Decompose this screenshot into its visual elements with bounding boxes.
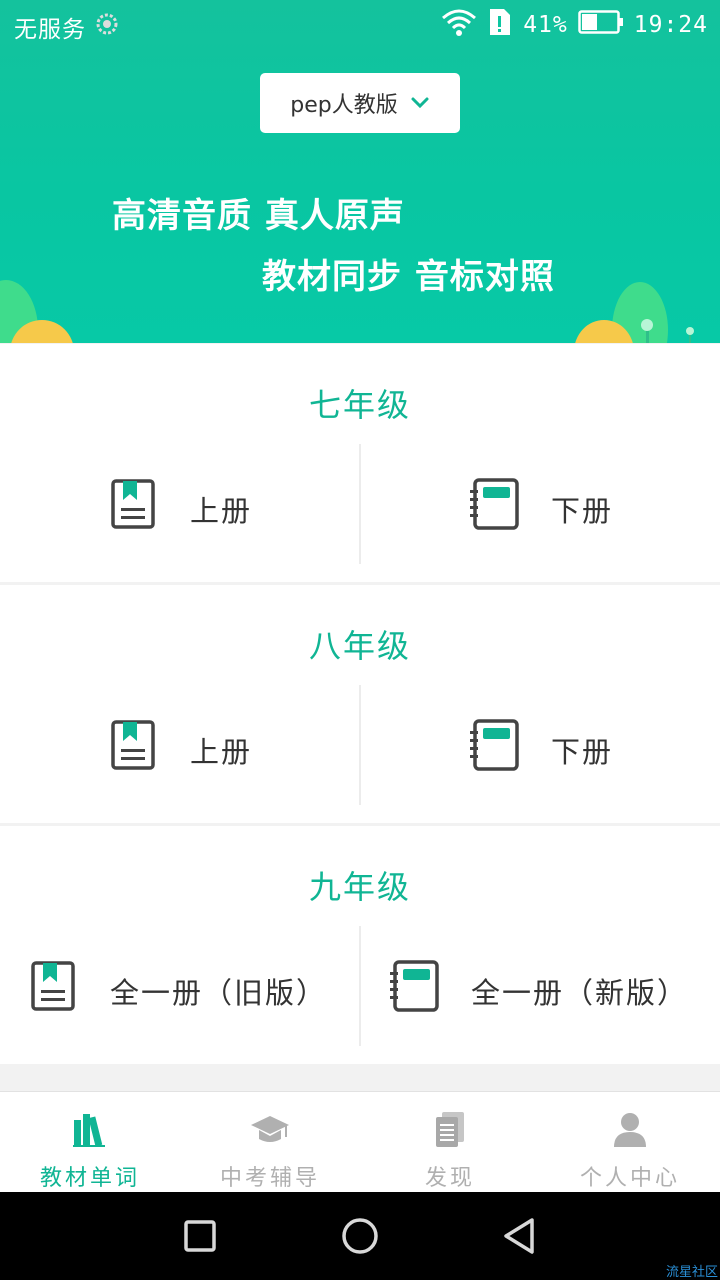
book-button-volume-1[interactable]: 上册 xyxy=(0,444,359,564)
grade-title: 七年级 xyxy=(308,386,411,424)
chevron-down-icon xyxy=(410,91,430,116)
tab-label: 个人中心 xyxy=(579,1166,680,1191)
notebook-icon xyxy=(389,960,439,1012)
carrier-text: 无服务 xyxy=(14,17,86,43)
tab-profile[interactable]: 个人中心 xyxy=(540,1092,720,1192)
bookmark-book-icon xyxy=(30,960,76,1012)
back-button[interactable] xyxy=(498,1214,542,1258)
banner-slogan-1: 高清音质 真人原声 xyxy=(112,196,405,236)
bookmark-book-icon xyxy=(110,478,156,530)
tab-label: 发现 xyxy=(424,1166,475,1191)
grade-section-7: 七年级 上册 下册 xyxy=(0,344,720,582)
header-banner: 无服务 41% 19:24 pep人教版 高清音质 真人原声 教材同步 音标对照 xyxy=(0,0,720,343)
edition-label: pep人教版 xyxy=(290,93,398,118)
book-label: 全一册（旧版） xyxy=(110,976,328,1010)
book-label: 下册 xyxy=(551,494,614,528)
grade-section-9: 九年级 全一册（旧版） 全一册（新版） xyxy=(0,826,720,1064)
tab-label: 教材单词 xyxy=(39,1166,140,1191)
edition-selector[interactable]: pep人教版 xyxy=(260,73,460,133)
home-button[interactable] xyxy=(338,1214,382,1258)
tab-exam-coaching[interactable]: 中考辅导 xyxy=(180,1092,360,1192)
grade-title: 八年级 xyxy=(308,627,411,665)
notebook-icon xyxy=(469,478,519,530)
tab-textbook-words[interactable]: 教材单词 xyxy=(0,1092,180,1192)
tab-label: 中考辅导 xyxy=(219,1166,320,1191)
book-button-old-edition[interactable]: 全一册（旧版） xyxy=(0,926,359,1046)
watermark-text: 流星社区 xyxy=(665,1265,718,1280)
wifi-icon xyxy=(441,8,477,42)
sim-alert-icon xyxy=(487,8,513,42)
graduation-cap-icon xyxy=(250,1110,290,1150)
bottom-tab-bar: 教材单词 中考辅导 发现 个人中心 xyxy=(0,1091,720,1192)
book-label: 上册 xyxy=(190,494,253,528)
clock: 19:24 xyxy=(633,12,708,38)
grade-section-8: 八年级 上册 下册 xyxy=(0,585,720,823)
documents-icon xyxy=(430,1110,470,1150)
system-navigation-bar: 流星社区 xyxy=(0,1192,720,1280)
status-bar: 无服务 41% 19:24 xyxy=(0,0,720,50)
book-button-volume-2[interactable]: 下册 xyxy=(361,685,720,805)
book-button-new-edition[interactable]: 全一册（新版） xyxy=(361,926,720,1046)
battery-icon xyxy=(578,9,624,41)
book-label: 下册 xyxy=(551,735,614,769)
book-label: 上册 xyxy=(190,735,253,769)
recent-apps-button[interactable] xyxy=(178,1214,222,1258)
book-button-volume-1[interactable]: 上册 xyxy=(0,685,359,805)
battery-percent: 41% xyxy=(523,12,568,38)
book-button-volume-2[interactable]: 下册 xyxy=(361,444,720,564)
books-icon xyxy=(70,1110,110,1150)
notebook-icon xyxy=(469,719,519,771)
bookmark-book-icon xyxy=(110,719,156,771)
banner-slogan-2: 教材同步 音标对照 xyxy=(262,257,555,297)
book-label: 全一册（新版） xyxy=(471,976,689,1010)
settings-icon xyxy=(96,13,118,41)
person-icon xyxy=(610,1110,650,1150)
grade-title: 九年级 xyxy=(308,868,411,906)
tab-discover[interactable]: 发现 xyxy=(360,1092,540,1192)
